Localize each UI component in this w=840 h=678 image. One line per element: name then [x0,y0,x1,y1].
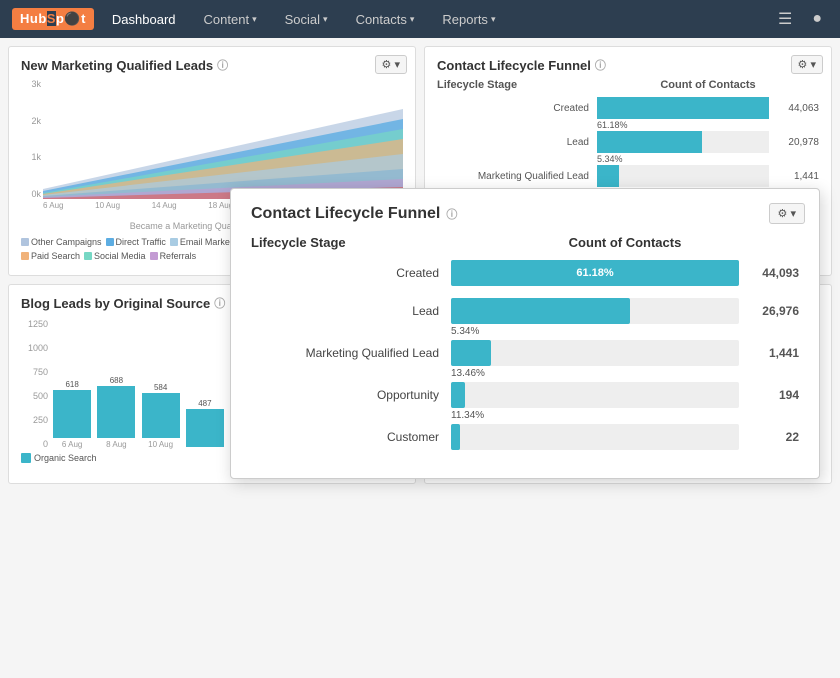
legend-referrals: Referrals [150,251,197,261]
funnel-row-created: Created 61.18% 44,063 [437,97,819,119]
nav-reports[interactable]: Reports ▾ [432,0,505,38]
nav-contacts[interactable]: Contacts ▾ [346,0,425,38]
blog-bar-8aug: 688 8 Aug [95,376,137,449]
nav-dashboard[interactable]: Dashboard [102,0,186,38]
overlay-lifecycle-funnel: Contact Lifecycle Funnel ⓘ ⚙ ▾ Lifecycle… [230,188,820,479]
overlay-row-mql: Marketing Qualified Lead 13.46% 1,441 [251,340,799,366]
overlay-row-created: Created 61.18% 44,093 [251,260,799,286]
blog-yaxis: 1250 1000 750 500 250 0 [21,319,51,449]
card1-title-text: New Marketing Qualified Leads [21,58,213,73]
legend-paid-search: Paid Search [21,251,80,261]
overlay-row-opportunity: Opportunity 11.34% 194 [251,382,799,408]
overlay-info-icon[interactable]: ⓘ [446,206,457,222]
card2-title: Contact Lifecycle Funnel ⓘ [437,57,819,73]
legend-direct-traffic: Direct Traffic [106,237,166,247]
menu-icon[interactable]: ☰ [772,9,798,29]
blog-bar-10aug: 584 10 Aug [140,383,182,449]
main-content: New Marketing Qualified Leads ⓘ ⚙ ▾ 3k 2… [0,38,840,492]
funnel-row-mql: Marketing Qualified Lead 13.46% 1,441 [437,165,819,187]
funnel-row-lead: Lead 5.34% 20,978 [437,131,819,153]
card2-title-text: Contact Lifecycle Funnel [437,58,591,73]
card1-info-icon[interactable]: ⓘ [217,57,228,73]
card1-gear[interactable]: ⚙ ▾ [375,55,407,74]
nav-social[interactable]: Social ▾ [275,0,338,38]
navbar: HubSp⚫t Dashboard Content ▾ Social ▾ Con… [0,0,840,38]
blog-bar-4: 487 [184,399,226,449]
chart1-svg [43,79,403,199]
card1-title: New Marketing Qualified Leads ⓘ [21,57,403,73]
chart1-yaxis: 3k 2k 1k 0k [21,79,41,199]
funnel-small-header: Lifecycle Stage Count of Contacts [437,79,819,91]
card2-info-icon[interactable]: ⓘ [595,57,606,73]
hubspot-logo: HubSp⚫t [12,8,94,30]
overlay-row-lead: Lead 5.34% 26,976 [251,298,799,324]
overlay-gear[interactable]: ⚙ ▾ [769,203,805,224]
user-icon[interactable]: ● [806,10,828,28]
nav-content[interactable]: Content ▾ [194,0,267,38]
blog-title-text: Blog Leads by Original Source [21,296,210,311]
overlay-funnel-header: Lifecycle Stage Count of Contacts [251,235,799,250]
overlay-title-text: Contact Lifecycle Funnel [251,205,440,223]
overlay-title: Contact Lifecycle Funnel ⓘ [251,205,799,223]
legend-other-campaigns: Other Campaigns [21,237,102,247]
legend-social-media: Social Media [84,251,146,261]
blog-info-icon[interactable]: ⓘ [214,295,225,311]
card2-gear[interactable]: ⚙ ▾ [791,55,823,74]
blog-bar-6aug: 618 6 Aug [51,380,93,449]
overlay-row-customer: Customer 22 [251,424,799,450]
